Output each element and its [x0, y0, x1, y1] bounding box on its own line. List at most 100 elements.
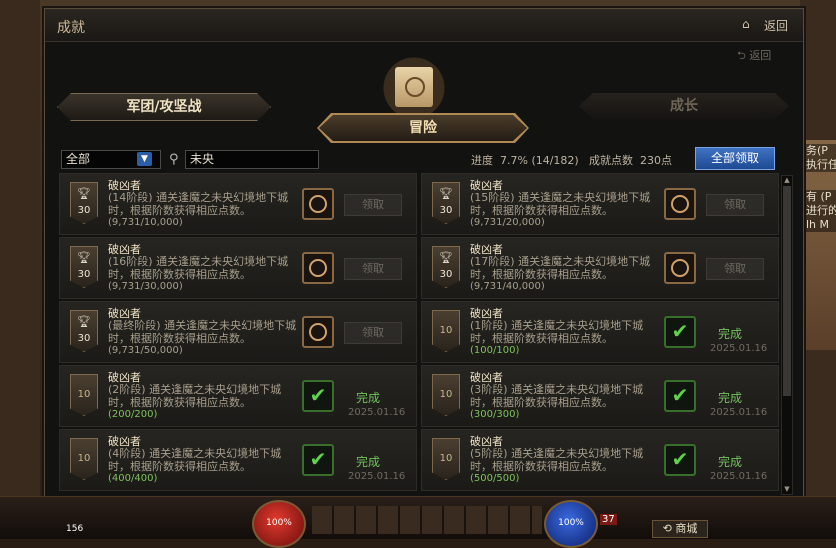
- tab-growth[interactable]: 成长: [579, 93, 789, 119]
- skill-bar[interactable]: [312, 506, 542, 534]
- badge-points: 10: [77, 453, 91, 464]
- points-label: 成就点数: [589, 154, 633, 167]
- reward-icon[interactable]: [302, 252, 334, 284]
- side-chat-line: 进行的: [804, 204, 836, 218]
- badge-points: 30: [439, 205, 453, 216]
- achievement-progress: (9,731/20,000): [470, 217, 545, 228]
- completed-date: 2025.01.16: [710, 407, 768, 418]
- achievement-progress: (9,731/10,000): [108, 217, 183, 228]
- side-chat-line: 执行任: [804, 158, 836, 172]
- completed-label: 完成: [718, 327, 743, 341]
- achievement-progress: (9,731/30,000): [108, 281, 183, 292]
- trophy-icon: 🏆︎: [77, 315, 91, 328]
- achievement-description: (4阶段) 通关逢魔之未央幻境地下城时，根据阶数获得相应点数。: [108, 447, 282, 473]
- claim-all-button[interactable]: 全部领取: [695, 147, 775, 170]
- achievement-progress: (500/500): [470, 473, 520, 484]
- tab-adventure[interactable]: 冒险: [319, 115, 527, 141]
- claim-button[interactable]: 领取: [344, 194, 402, 216]
- mp-value: 100%: [558, 518, 584, 528]
- reward-icon[interactable]: [302, 316, 334, 348]
- scroll-up-icon[interactable]: ▲: [782, 176, 792, 185]
- achievement-card: 🏆︎ 30 破凶者 (16阶段) 通关逢魔之未央幻境地下城时，根据阶数获得相应点数。(…: [59, 237, 417, 299]
- check-icon: ✔: [302, 380, 334, 412]
- claim-button[interactable]: 领取: [706, 258, 764, 280]
- badge-points: 10: [439, 453, 453, 464]
- claim-button[interactable]: 领取: [344, 322, 402, 344]
- badge-points: 10: [77, 389, 91, 400]
- completed-date: 2025.01.16: [348, 407, 406, 418]
- achievement-list: 🏆︎ 30 破凶者 (14阶段) 通关逢魔之未央幻境地下城时，根据阶数获得相应点数。(…: [59, 173, 779, 493]
- points-badge: 🏆︎ 30: [70, 310, 98, 352]
- achievement-card: 🏆︎ 30 破凶者 (17阶段) 通关逢魔之未央幻境地下城时，根据阶数获得相应点数。(…: [421, 237, 779, 299]
- badge-points: 30: [77, 333, 91, 344]
- achievement-progress: (200/200): [108, 409, 158, 420]
- sub-back-label: 返回: [749, 49, 772, 62]
- shop-button[interactable]: ⟲ 商城: [652, 520, 708, 538]
- check-icon: ✔: [664, 444, 696, 476]
- completed-label: 完成: [718, 455, 743, 469]
- shop-label: 商城: [675, 522, 698, 535]
- achievement-window: 成就 ⌂ 返回 ⮌ 返回 军团/攻坚战 成长 冒险 全部 ▼ ⚲ 未央 进度 7…: [44, 8, 804, 498]
- achievement-description: (14阶段) 通关逢魔之未央幻境地下城时，根据阶数获得相应点数。: [108, 191, 289, 217]
- mp-orb: 100%: [544, 500, 598, 548]
- achievement-card: 10 破凶者 (4阶段) 通关逢魔之未央幻境地下城时，根据阶数获得相应点数。 (400…: [59, 429, 417, 491]
- points-badge: 🏆︎ 30: [432, 246, 460, 288]
- achievement-card: 10 破凶者 (2阶段) 通关逢魔之未央幻境地下城时，根据阶数获得相应点数。 (200…: [59, 365, 417, 427]
- badge-points: 30: [77, 205, 91, 216]
- achievement-card: 10 破凶者 (1阶段) 通关逢魔之未央幻境地下城时，根据阶数获得相应点数。 (100…: [421, 301, 779, 363]
- home-icon[interactable]: ⌂: [742, 18, 754, 30]
- achievement-card: 🏆︎ 30 破凶者 (14阶段) 通关逢魔之未央幻境地下城时，根据阶数获得相应点数。(…: [59, 173, 417, 235]
- reward-icon[interactable]: [302, 188, 334, 220]
- scroll-thumb[interactable]: [783, 186, 791, 396]
- points-badge: 10: [70, 374, 98, 416]
- compass-icon: [405, 77, 425, 97]
- item-count: 156: [66, 524, 84, 534]
- chevron-down-icon[interactable]: ▼: [137, 152, 152, 166]
- points-badge: 10: [432, 310, 460, 352]
- progress-value: 7.7% (14/182): [500, 154, 579, 167]
- points-badge: 10: [70, 438, 98, 480]
- achievement-description: (3阶段) 通关逢魔之未央幻境地下城时，根据阶数获得相应点数。: [470, 383, 644, 409]
- points-badge: 🏆︎ 30: [70, 246, 98, 288]
- achievement-description: (最终阶段) 通关逢魔之未央幻境地下城时，根据阶数获得相应点数。: [108, 319, 297, 345]
- trophy-icon: 🏆︎: [439, 251, 453, 264]
- hp-value: 100%: [266, 518, 292, 528]
- completed-date: 2025.01.16: [710, 471, 768, 482]
- search-icon: ⚲: [169, 152, 179, 167]
- achievement-progress: (300/300): [470, 409, 520, 420]
- achievement-description: (16阶段) 通关逢魔之未央幻境地下城时，根据阶数获得相应点数。: [108, 255, 289, 281]
- progress-summary: 进度 7.7% (14/182): [471, 152, 579, 168]
- back-button[interactable]: 返回: [764, 17, 788, 34]
- achievement-card: 🏆︎ 30 破凶者 (15阶段) 通关逢魔之未央幻境地下城时，根据阶数获得相应点数。(…: [421, 173, 779, 235]
- achievement-card: 🏆︎ 30 破凶者 (最终阶段) 通关逢魔之未央幻境地下城时，根据阶数获得相应点数。(…: [59, 301, 417, 363]
- achievement-description: (15阶段) 通关逢魔之未央幻境地下城时，根据阶数获得相应点数。: [470, 191, 651, 217]
- search-input[interactable]: 未央: [185, 150, 319, 169]
- window-title: 成就: [57, 20, 85, 36]
- trophy-icon: 🏆︎: [77, 187, 91, 200]
- completed-label: 完成: [356, 455, 381, 469]
- achievement-description: (17阶段) 通关逢魔之未央幻境地下城时，根据阶数获得相应点数。: [470, 255, 651, 281]
- achievement-description: (1阶段) 通关逢魔之未央幻境地下城时，根据阶数获得相应点数。: [470, 319, 644, 345]
- completed-date: 2025.01.16: [710, 343, 768, 354]
- scrollbar[interactable]: ▲ ▼: [781, 175, 793, 495]
- tab-legion-raid[interactable]: 军团/攻坚战: [57, 93, 271, 121]
- claim-button[interactable]: 领取: [344, 258, 402, 280]
- completed-label: 完成: [718, 391, 743, 405]
- check-icon: ✔: [664, 380, 696, 412]
- reward-icon[interactable]: [664, 252, 696, 284]
- hp-orb: 100%: [252, 500, 306, 548]
- completed-date: 2025.01.16: [348, 471, 406, 482]
- points-badge: 🏆︎ 30: [70, 182, 98, 224]
- character-level: 37: [600, 514, 617, 525]
- claim-button[interactable]: 领取: [706, 194, 764, 216]
- achievement-progress: (9,731/40,000): [470, 281, 545, 292]
- sub-back-button[interactable]: ⮌ 返回: [737, 47, 771, 66]
- reward-icon[interactable]: [664, 188, 696, 220]
- side-chat-line: 务(P: [804, 144, 836, 158]
- points-badge: 🏆︎ 30: [432, 182, 460, 224]
- check-icon: ✔: [302, 444, 334, 476]
- side-chat-line: 有 (P: [804, 190, 836, 204]
- badge-points: 10: [439, 389, 453, 400]
- achievement-description: (5阶段) 通关逢魔之未央幻境地下城时，根据阶数获得相应点数。: [470, 447, 644, 473]
- scroll-down-icon[interactable]: ▼: [782, 485, 792, 494]
